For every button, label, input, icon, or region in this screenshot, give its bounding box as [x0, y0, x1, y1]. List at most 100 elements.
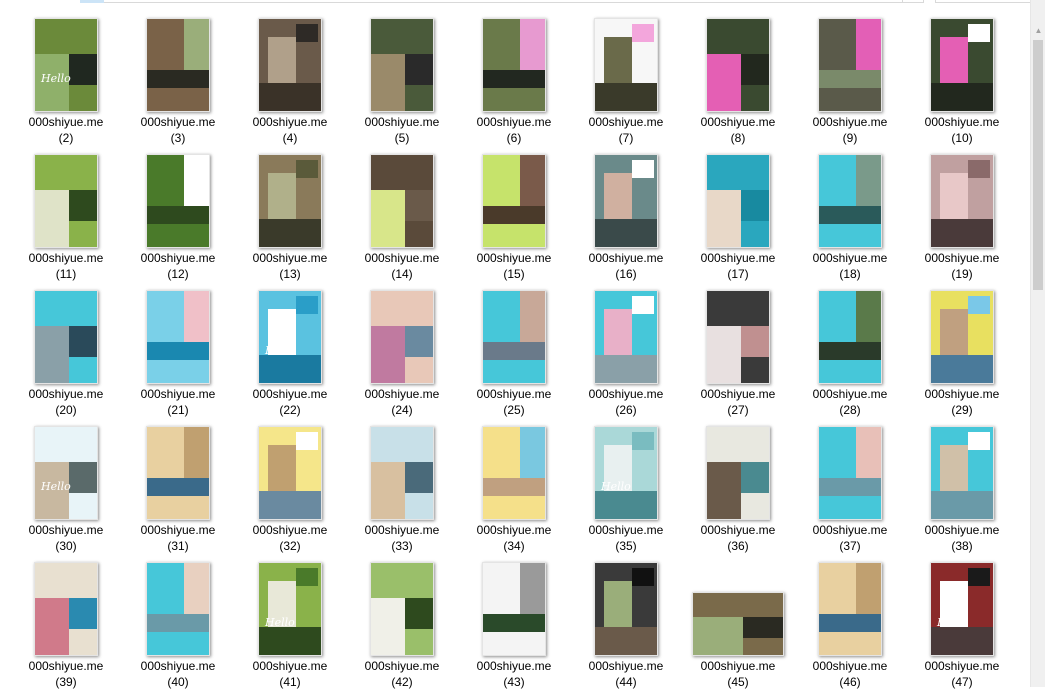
image-thumbnail[interactable]	[818, 290, 882, 384]
file-item[interactable]: Hello 000shiyue.me (41)	[234, 560, 346, 696]
file-item[interactable]: 000shiyue.me (16)	[570, 152, 682, 288]
image-thumbnail[interactable]	[594, 154, 658, 248]
image-thumbnail[interactable]	[370, 562, 434, 656]
scrollbar-thumb[interactable]	[1033, 40, 1043, 290]
file-item[interactable]: 000shiyue.me (10)	[906, 16, 1018, 152]
file-item[interactable]: 000shiyue.me (12)	[122, 152, 234, 288]
image-thumbnail[interactable]	[258, 18, 322, 112]
file-item[interactable]: 000shiyue.me (11)	[10, 152, 122, 288]
file-item[interactable]: Hello 000shiyue.me (35)	[570, 424, 682, 560]
image-thumbnail[interactable]	[818, 426, 882, 520]
file-item[interactable]: 000shiyue.me (28)	[794, 288, 906, 424]
image-thumbnail[interactable]	[370, 18, 434, 112]
file-item[interactable]: 000shiyue.me (38)	[906, 424, 1018, 560]
image-thumbnail[interactable]	[818, 562, 882, 656]
image-thumbnail[interactable]	[370, 426, 434, 520]
file-item[interactable]: 000shiyue.me (18)	[794, 152, 906, 288]
file-item[interactable]: 000shiyue.me (21)	[122, 288, 234, 424]
image-thumbnail[interactable]	[370, 290, 434, 384]
image-thumbnail[interactable]: Hello	[594, 426, 658, 520]
image-thumbnail[interactable]	[34, 290, 98, 384]
file-item[interactable]: 000shiyue.me (46)	[794, 560, 906, 696]
file-item[interactable]: 000shiyue.me (17)	[682, 152, 794, 288]
file-item[interactable]: 000shiyue.me (31)	[122, 424, 234, 560]
image-thumbnail[interactable]	[818, 18, 882, 112]
file-item[interactable]: 000shiyue.me (33)	[346, 424, 458, 560]
image-thumbnail[interactable]	[930, 18, 994, 112]
file-item[interactable]: 000shiyue.me (13)	[234, 152, 346, 288]
file-item[interactable]: 000shiyue.me (27)	[682, 288, 794, 424]
file-item[interactable]: 000shiyue.me (3)	[122, 16, 234, 152]
image-thumbnail[interactable]: Hello	[34, 18, 98, 112]
image-thumbnail[interactable]	[594, 290, 658, 384]
file-item[interactable]: 000shiyue.me (45)	[682, 560, 794, 696]
file-item[interactable]: 000shiyue.me (24)	[346, 288, 458, 424]
file-item[interactable]: 000shiyue.me (25)	[458, 288, 570, 424]
file-item[interactable]: Hello 000shiyue.me (47)	[906, 560, 1018, 696]
file-item[interactable]: 000shiyue.me (14)	[346, 152, 458, 288]
file-item[interactable]: 000shiyue.me (26)	[570, 288, 682, 424]
file-item[interactable]: 000shiyue.me (44)	[570, 560, 682, 696]
image-thumbnail[interactable]	[146, 154, 210, 248]
address-bar[interactable]	[80, 0, 924, 3]
image-thumbnail[interactable]	[258, 154, 322, 248]
file-item[interactable]: 000shiyue.me (7)	[570, 16, 682, 152]
file-item[interactable]: 000shiyue.me (20)	[10, 288, 122, 424]
thumbnail-photo-region	[184, 427, 209, 478]
image-thumbnail[interactable]	[706, 154, 770, 248]
image-thumbnail[interactable]	[146, 426, 210, 520]
file-item[interactable]: 000shiyue.me (6)	[458, 16, 570, 152]
file-item[interactable]: 000shiyue.me (39)	[10, 560, 122, 696]
file-item[interactable]: 000shiyue.me (40)	[122, 560, 234, 696]
image-thumbnail[interactable]	[146, 290, 210, 384]
search-box[interactable]	[935, 0, 1035, 3]
file-item[interactable]: Hello 000shiyue.me (2)	[10, 16, 122, 152]
file-item[interactable]: 000shiyue.me (5)	[346, 16, 458, 152]
image-thumbnail[interactable]	[706, 18, 770, 112]
image-thumbnail[interactable]	[34, 562, 98, 656]
image-thumbnail[interactable]	[370, 154, 434, 248]
image-thumbnail[interactable]	[34, 154, 98, 248]
thumbnail-photo-region	[259, 491, 321, 519]
file-item[interactable]: 000shiyue.me (15)	[458, 152, 570, 288]
image-thumbnail[interactable]	[594, 562, 658, 656]
image-thumbnail[interactable]	[482, 562, 546, 656]
image-thumbnail[interactable]	[482, 426, 546, 520]
image-thumbnail[interactable]	[818, 154, 882, 248]
scroll-up-arrow-icon[interactable]: ▲	[1031, 24, 1045, 38]
file-item[interactable]: 000shiyue.me (9)	[794, 16, 906, 152]
image-thumbnail[interactable]	[706, 290, 770, 384]
image-thumbnail[interactable]: Hello	[258, 562, 322, 656]
file-item[interactable]: Hello 000shiyue.me (22)	[234, 288, 346, 424]
address-dropdown-button[interactable]	[902, 0, 923, 2]
image-thumbnail[interactable]	[930, 426, 994, 520]
file-item[interactable]: 000shiyue.me (19)	[906, 152, 1018, 288]
image-thumbnail[interactable]	[482, 154, 546, 248]
file-item[interactable]: 000shiyue.me (42)	[346, 560, 458, 696]
thumbnail-container	[570, 288, 682, 384]
image-thumbnail[interactable]	[146, 18, 210, 112]
image-thumbnail[interactable]	[146, 562, 210, 656]
image-thumbnail[interactable]	[930, 290, 994, 384]
file-item[interactable]: 000shiyue.me (37)	[794, 424, 906, 560]
file-item[interactable]: 000shiyue.me (43)	[458, 560, 570, 696]
file-item[interactable]: 000shiyue.me (8)	[682, 16, 794, 152]
image-thumbnail[interactable]: Hello	[258, 290, 322, 384]
image-thumbnail[interactable]	[258, 426, 322, 520]
file-item[interactable]: Hello 000shiyue.me (30)	[10, 424, 122, 560]
image-thumbnail[interactable]	[692, 592, 784, 656]
file-item[interactable]: 000shiyue.me (36)	[682, 424, 794, 560]
vertical-scrollbar[interactable]: ▲	[1030, 0, 1045, 687]
image-thumbnail[interactable]	[482, 290, 546, 384]
image-thumbnail[interactable]	[930, 154, 994, 248]
file-item[interactable]: 000shiyue.me (4)	[234, 16, 346, 152]
image-thumbnail[interactable]: Hello	[930, 562, 994, 656]
file-number: (3)	[170, 131, 186, 145]
image-thumbnail[interactable]	[594, 18, 658, 112]
image-thumbnail[interactable]: Hello	[34, 426, 98, 520]
file-item[interactable]: 000shiyue.me (32)	[234, 424, 346, 560]
file-item[interactable]: 000shiyue.me (34)	[458, 424, 570, 560]
image-thumbnail[interactable]	[706, 426, 770, 520]
file-item[interactable]: 000shiyue.me (29)	[906, 288, 1018, 424]
image-thumbnail[interactable]	[482, 18, 546, 112]
